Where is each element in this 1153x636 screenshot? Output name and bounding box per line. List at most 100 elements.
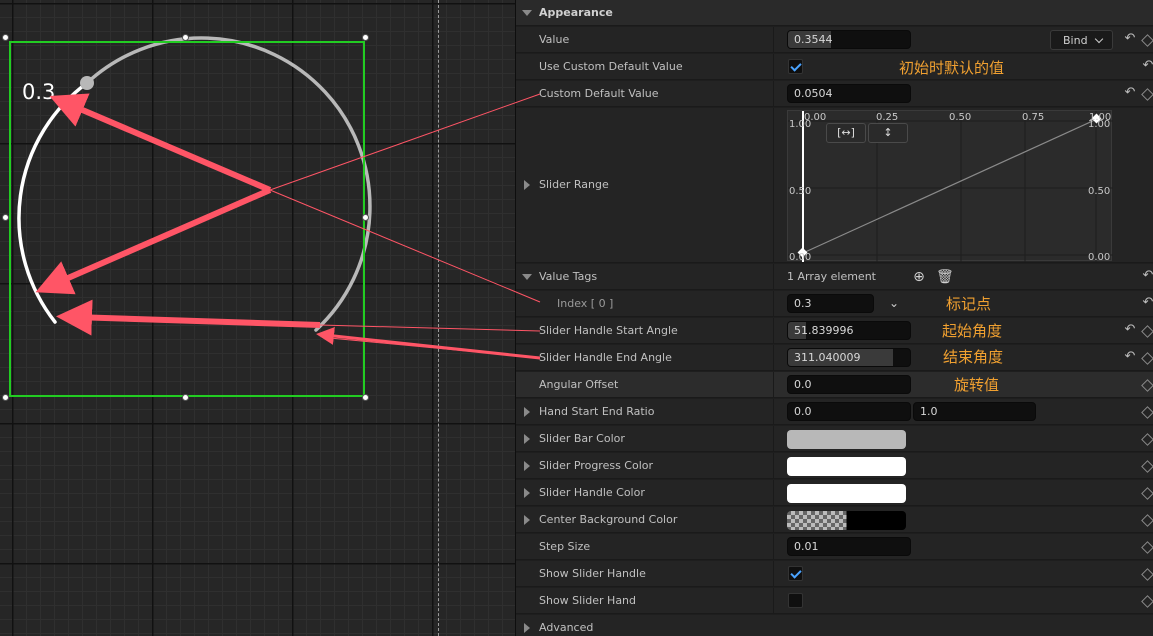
keyframe-diamond-icon[interactable] (1141, 487, 1153, 500)
value-text: 0.3544 (794, 33, 833, 46)
chevron-down-icon[interactable]: ⌄ (886, 295, 902, 311)
keyframe-diamond-icon[interactable] (1141, 325, 1153, 338)
prop-label: Value Tags (539, 270, 598, 283)
step-size-field[interactable]: 0.01 (787, 537, 911, 556)
keyframe-diamond-icon[interactable] (1141, 595, 1153, 608)
field-text: 311.040009 (794, 351, 861, 364)
keyframe-diamond-icon[interactable] (1141, 568, 1153, 581)
expand-arrow-icon[interactable] (524, 434, 530, 444)
keyframe-diamond-icon[interactable] (1141, 406, 1153, 419)
prop-label: Slider Handle Start Angle (539, 324, 678, 337)
reset-to-default-icon[interactable]: ↶ (1123, 32, 1137, 46)
prop-label: Slider Handle End Angle (539, 351, 672, 364)
prop-angular-offset: Angular Offset 0.0 旋转值 (516, 372, 1153, 398)
bind-button[interactable]: Bind (1050, 30, 1113, 50)
reset-to-default-icon[interactable]: ↶ (1141, 269, 1153, 283)
show-handle-checkbox[interactable] (788, 566, 803, 581)
section-title: Advanced (539, 621, 594, 634)
fit-vertical-button[interactable]: ↕ (868, 123, 908, 143)
fit-horizontal-icon: [↔] (837, 126, 855, 139)
prop-show-handle: Show Slider Handle (516, 561, 1153, 587)
resize-handle-tl[interactable] (2, 34, 9, 41)
collapse-arrow-icon[interactable] (522, 274, 532, 280)
reset-to-default-icon[interactable]: ↶ (1123, 323, 1137, 337)
resize-handle-mr[interactable] (362, 214, 369, 221)
value-slider-field[interactable]: 0.3544 (787, 30, 911, 49)
use-custom-default-checkbox[interactable] (788, 59, 803, 74)
custom-default-field[interactable]: 0.0504 (787, 84, 911, 103)
resize-handle-br[interactable] (362, 394, 369, 401)
section-title: Appearance (539, 6, 613, 19)
prop-slider-range: Slider Range 0.00 0.25 0.50 0.75 1.00 1.… (516, 108, 1153, 263)
expand-arrow-icon[interactable] (524, 180, 530, 190)
fit-horizontal-button[interactable]: [↔] (826, 123, 866, 143)
prop-show-hand: Show Slider Hand (516, 588, 1153, 614)
expand-arrow-icon[interactable] (524, 623, 530, 633)
end-angle-field[interactable]: 311.040009 (787, 348, 911, 367)
prop-bar-color: Slider Bar Color (516, 426, 1153, 452)
prop-label: Angular Offset (539, 378, 619, 391)
resize-handle-ml[interactable] (2, 214, 9, 221)
keyframe-diamond-icon[interactable] (1141, 514, 1153, 527)
expand-arrow-icon[interactable] (524, 515, 530, 525)
bar-color-swatch[interactable] (787, 430, 906, 449)
appearance-section-header[interactable]: Appearance (516, 0, 1153, 26)
handle-color-swatch[interactable] (787, 484, 906, 503)
prop-step-size: Step Size 0.01 (516, 534, 1153, 560)
field-text: 51.839996 (794, 324, 854, 337)
keyframe-diamond-icon[interactable] (1141, 379, 1153, 392)
prop-label: Slider Handle Color (539, 486, 645, 499)
field-text: 0.3 (794, 297, 812, 310)
reset-to-default-icon[interactable]: ↶ (1123, 86, 1137, 100)
annotation-rotation: 旋转值 (954, 376, 1000, 394)
expand-arrow-icon[interactable] (524, 461, 530, 471)
prop-label: Use Custom Default Value (539, 60, 683, 73)
keyframe-diamond-icon[interactable] (1141, 34, 1153, 47)
add-element-icon[interactable]: ⊕ (911, 269, 927, 285)
field-text: 0.01 (794, 540, 819, 553)
axis-left-tick: 0.50 (789, 186, 812, 197)
expand-arrow-icon[interactable] (524, 488, 530, 498)
collapse-arrow-icon[interactable] (522, 10, 532, 16)
resize-handle-tr[interactable] (362, 34, 369, 41)
axis-left-tick: 0.00 (789, 252, 812, 263)
prop-label: Center Background Color (539, 513, 678, 526)
index0-field[interactable]: 0.3 (787, 294, 874, 313)
center-bg-color-swatch[interactable] (787, 511, 906, 530)
annotation-start-angle: 起始角度 (942, 322, 1003, 340)
show-hand-checkbox[interactable] (788, 593, 803, 608)
resize-handle-bl[interactable] (2, 394, 9, 401)
field-text: 0.0 (794, 378, 812, 391)
resize-handle-bc[interactable] (182, 394, 189, 401)
hand-ratio-y-field[interactable]: 1.0 (913, 402, 1036, 421)
field-text: 0.0 (794, 405, 812, 418)
hand-ratio-x-field[interactable]: 0.0 (787, 402, 911, 421)
prop-value-tags: Value Tags 1 Array element ⊕ 🗑 ↶ (516, 264, 1153, 290)
expand-arrow-icon[interactable] (524, 407, 530, 417)
prop-label: Slider Bar Color (539, 432, 625, 445)
prop-label: Show Slider Hand (539, 594, 637, 607)
resize-handle-tc[interactable] (182, 34, 189, 41)
prop-label: Hand Start End Ratio (539, 405, 655, 418)
angular-offset-field[interactable]: 0.0 (787, 375, 911, 394)
keyframe-diamond-icon[interactable] (1141, 433, 1153, 446)
delete-all-icon[interactable]: 🗑 (936, 269, 954, 285)
prop-progress-color: Slider Progress Color (516, 453, 1153, 479)
fit-vertical-icon: ↕ (883, 126, 893, 139)
reset-to-default-icon[interactable]: ↶ (1123, 350, 1137, 364)
reset-to-default-icon[interactable]: ↶ (1141, 296, 1153, 310)
slider-range-curve-editor[interactable]: 0.00 0.25 0.50 0.75 1.00 1.00 0.50 0.00 … (787, 110, 1113, 263)
keyframe-diamond-icon[interactable] (1141, 352, 1153, 365)
axis-top-tick: 0.75 (1022, 112, 1045, 123)
annotation-end-angle: 结束角度 (943, 348, 1004, 366)
keyframe-diamond-icon[interactable] (1141, 541, 1153, 554)
keyframe-diamond-icon[interactable] (1141, 460, 1153, 473)
start-angle-field[interactable]: 51.839996 (787, 321, 911, 340)
reset-to-default-icon[interactable]: ↶ (1141, 59, 1153, 73)
keyframe-diamond-icon[interactable] (1141, 88, 1153, 101)
prop-handle-color: Slider Handle Color (516, 480, 1153, 506)
progress-color-swatch[interactable] (787, 457, 906, 476)
prop-end-angle: Slider Handle End Angle 311.040009 结束角度 … (516, 345, 1153, 371)
designer-canvas[interactable]: 0.3 (0, 0, 515, 636)
advanced-section-header[interactable]: Advanced (516, 615, 1153, 636)
